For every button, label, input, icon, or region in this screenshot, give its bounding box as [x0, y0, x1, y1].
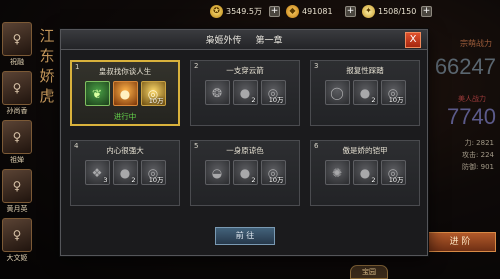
stamina-icon: ✦: [362, 4, 375, 18]
character-name: 孙尚香: [6, 107, 28, 115]
add-ingot-button[interactable]: +: [345, 5, 356, 17]
portrait-icon: ♀: [2, 120, 32, 154]
reward-qty: 2: [251, 96, 256, 104]
beauty-power-value: 7740: [447, 104, 496, 129]
ingot-resource: ◆ 491081 +: [286, 4, 356, 18]
chapter-card-4[interactable]: 4 内心很强大 ❖ 3 ● 2 ◎ 10万: [70, 140, 180, 206]
character-list: ♀ 祝融 ♀ 孙尚香 ♀ 祖婵 ♀ 黄月英 ♀ 大文姬: [0, 22, 34, 267]
reward-qty: 2: [251, 176, 256, 184]
portrait-icon: ♀: [2, 22, 32, 56]
dialog-chapter: 第一章: [255, 36, 283, 46]
gray-coin-icon[interactable]: ◎ 10万: [380, 160, 406, 185]
chapter-title: 内心很强大: [106, 146, 144, 155]
stat-line: 攻击: 224: [462, 151, 494, 159]
fire-orb-icon[interactable]: ●: [112, 81, 138, 106]
reward-items: ❖ 3 ● 2 ◎ 10万: [71, 160, 179, 185]
stat-panel: 宗萌战力 66247 美人战力 7740 力: 2821 攻击: 224 防御:…: [420, 24, 500, 279]
character-name: 大文姬: [6, 254, 28, 262]
chapter-card-6[interactable]: 6 傲是娇的铠甲 ✺ ● 2 ◎ 10万: [310, 140, 420, 206]
add-gold-button[interactable]: +: [269, 5, 280, 17]
gold-coin-icon[interactable]: ◎ 10万: [140, 81, 166, 106]
gray-orb-icon[interactable]: ● 2: [112, 160, 138, 185]
chapter-grid: 1 皇叔找你谈人生 ❦ ● ◎ 10万 进行中 2 一支穿云箭 ❂ ● 2 ◎ 10万…: [70, 60, 420, 206]
treasure-badge[interactable]: 宝园: [350, 265, 388, 279]
reward-items: ✺ ● 2 ◎ 10万: [311, 160, 419, 185]
reward-qty: 2: [371, 96, 376, 104]
reward-qty: 10万: [268, 96, 284, 104]
power-value: 66247: [434, 54, 496, 79]
power-label: 宗萌战力: [460, 39, 492, 48]
advance-button[interactable]: 进 阶: [424, 232, 496, 252]
character-item[interactable]: ♀ 孙尚香: [0, 71, 34, 117]
character-item[interactable]: ♀ 黄月英: [0, 169, 34, 215]
stat-line: 防御: 901: [462, 163, 494, 171]
gray-orb-icon[interactable]: ● 2: [232, 80, 258, 105]
gold-resource: ✪ 3549.5万 +: [210, 4, 280, 18]
gray-flower-icon[interactable]: ✺: [324, 160, 350, 185]
chapter-title: 皇叔找你谈人生: [98, 67, 152, 76]
gray-bowl-icon[interactable]: ◒: [204, 160, 230, 185]
gray-coin-icon[interactable]: ◎ 10万: [380, 80, 406, 105]
ingot-icon: ◆: [286, 4, 299, 18]
character-name: 祖婵: [10, 156, 24, 164]
ingot-amount: 491081: [302, 6, 333, 16]
reward-qty: 10万: [388, 176, 404, 184]
chapter-card-2[interactable]: 2 一支穿云箭 ❂ ● 2 ◎ 10万: [190, 60, 300, 126]
reward-qty: 10万: [148, 97, 164, 105]
resource-bar: ✪ 3549.5万 + ◆ 491081 + ✦ 1508/150 +: [210, 0, 500, 22]
reward-items: ◯ ● 2 ◎ 10万: [311, 80, 419, 105]
green-bamboo-icon[interactable]: ❦: [84, 81, 110, 106]
reward-qty: 10万: [268, 176, 284, 184]
dialog-title: 枭姬外传: [205, 36, 242, 46]
gold-amount: 3549.5万: [226, 6, 262, 16]
chapter-status: 进行中: [113, 112, 137, 121]
go-button[interactable]: 前 往: [215, 227, 275, 245]
stamina-resource: ✦ 1508/150 +: [362, 4, 432, 18]
stamina-amount: 1508/150: [378, 6, 417, 16]
character-item[interactable]: ♀ 祖婵: [0, 120, 34, 166]
chapter-card-5[interactable]: 5 一身原谅色 ◒ ● 2 ◎ 10万: [190, 140, 300, 206]
chapter-title: 报复性踩踏: [346, 66, 384, 75]
gray-orb-icon[interactable]: ● 2: [232, 160, 258, 185]
gold-coin-icon: ✪: [210, 4, 223, 18]
gray-ring-icon[interactable]: ◯: [324, 80, 350, 105]
gray-coin-icon[interactable]: ◎ 10万: [140, 160, 166, 185]
add-stamina-button[interactable]: +: [421, 5, 432, 17]
gray-scroll-icon[interactable]: ❖ 3: [84, 160, 110, 185]
reward-qty: 2: [131, 176, 136, 184]
chapter-card-3[interactable]: 3 报复性踩踏 ◯ ● 2 ◎ 10万: [310, 60, 420, 126]
chapter-title: 一支穿云箭: [226, 66, 264, 75]
reward-items: ◒ ● 2 ◎ 10万: [191, 160, 299, 185]
gray-bag-icon[interactable]: ❂: [204, 80, 230, 105]
stat-line: 力: 2821: [464, 139, 494, 147]
close-button[interactable]: X: [405, 32, 421, 48]
portrait-icon: ♀: [2, 169, 32, 203]
reward-qty: 3: [103, 176, 108, 184]
beauty-power-label: 美人战力: [458, 95, 486, 103]
portrait-icon: ♀: [2, 218, 32, 252]
character-name: 祝融: [10, 58, 24, 66]
chapter-title: 傲是娇的铠甲: [342, 146, 388, 155]
dialog-header: 枭姬外传 第一章: [61, 30, 427, 50]
reward-qty: 2: [371, 176, 376, 184]
reward-items: ❂ ● 2 ◎ 10万: [191, 80, 299, 105]
gray-coin-icon[interactable]: ◎ 10万: [260, 160, 286, 185]
character-item[interactable]: ♀ 大文姬: [0, 218, 34, 264]
portrait-icon: ♀: [2, 71, 32, 105]
reward-qty: 10万: [148, 176, 164, 184]
chapter-title: 一身原谅色: [226, 146, 264, 155]
chapter-dialog: 枭姬外传 第一章 X 1 皇叔找你谈人生 ❦ ● ◎ 10万 进行中 2 一支穿云…: [60, 29, 428, 256]
character-item[interactable]: ♀ 祝融: [0, 22, 34, 68]
gray-coin-icon[interactable]: ◎ 10万: [260, 80, 286, 105]
chapter-card-1[interactable]: 1 皇叔找你谈人生 ❦ ● ◎ 10万 进行中: [70, 60, 180, 126]
character-vertical-title: 江东娇虎: [39, 27, 55, 105]
gray-orb-icon[interactable]: ● 2: [352, 160, 378, 185]
character-name: 黄月英: [6, 205, 28, 213]
reward-items: ❦ ● ◎ 10万: [72, 81, 178, 106]
gray-orb-icon[interactable]: ● 2: [352, 80, 378, 105]
reward-qty: 10万: [388, 96, 404, 104]
